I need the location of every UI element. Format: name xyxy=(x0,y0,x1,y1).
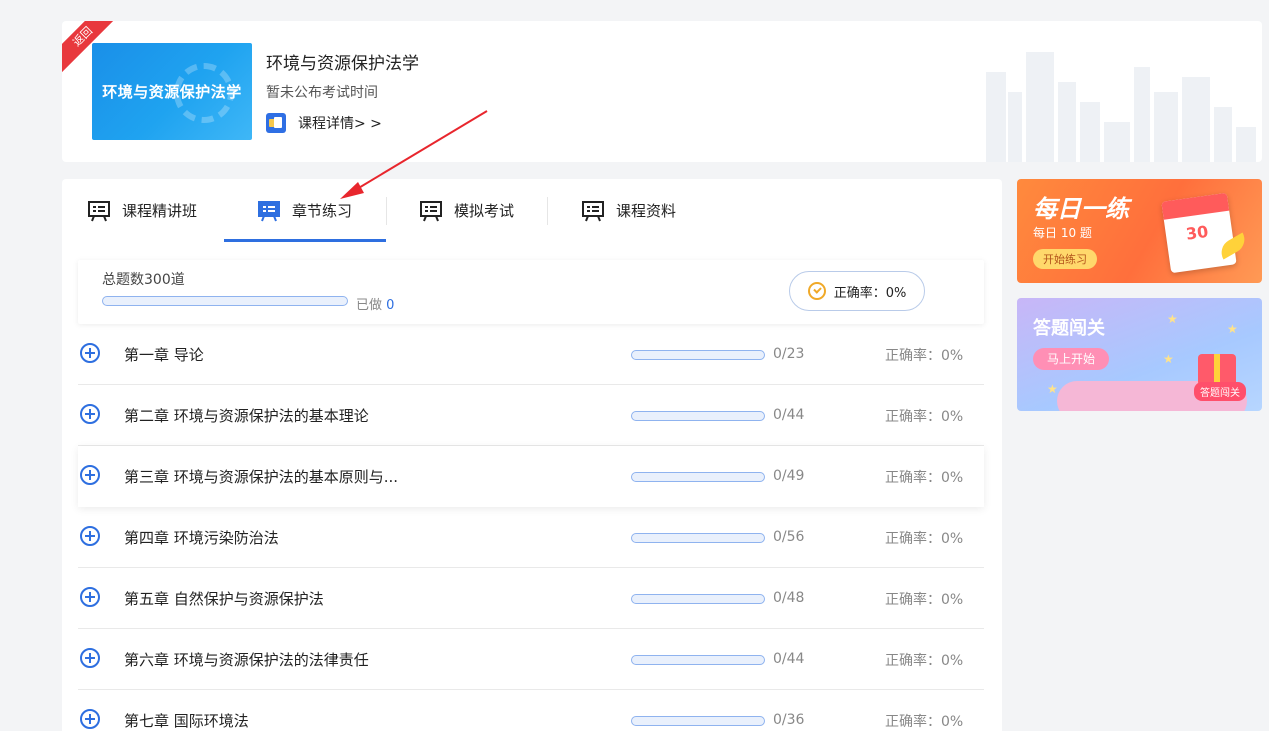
chapter-accuracy: 正确率：0% xyxy=(885,653,964,669)
tab-bar: 课程精讲班 章节练习 模拟考试 课程资料 xyxy=(62,179,1002,242)
chapter-progress-count: 0/36 xyxy=(773,712,805,728)
expand-plus-icon[interactable] xyxy=(80,587,100,607)
chapter-accuracy: 正确率：0% xyxy=(885,714,964,730)
chapter-row[interactable]: 第五章 自然保护与资源保护法 0/48 正确率：0% xyxy=(78,568,984,629)
practice-summary: 总题数300道 已做 0 正确率：0% xyxy=(78,260,984,324)
done-number: 0 xyxy=(386,298,395,313)
chapter-row[interactable]: 第六章 环境与资源保护法的法律责任 0/44 正确率：0% xyxy=(78,629,984,690)
check-circle-icon xyxy=(807,282,826,300)
chapter-progress-count: 0/48 xyxy=(773,590,805,606)
chapter-title: 第二章 环境与资源保护法的基本理论 xyxy=(124,407,369,425)
quiz-badge: 答题闯关 xyxy=(1194,382,1246,401)
chapter-accuracy: 正确率：0% xyxy=(885,592,964,608)
exam-time-status: 暂未公布考试时间 xyxy=(266,85,378,101)
course-title: 环境与资源保护法学 xyxy=(266,54,419,74)
chapter-row[interactable]: 第一章 导论 0/23 正确率：0% xyxy=(78,324,984,385)
chapter-row[interactable]: 第七章 国际环境法 0/36 正确率：0% xyxy=(78,690,984,731)
calendar-icon: 30 xyxy=(1161,192,1237,274)
chapter-accuracy: 正确率：0% xyxy=(885,531,964,547)
calendar-number: 30 xyxy=(1184,221,1210,244)
tab-mock-exam[interactable]: 模拟考试 xyxy=(420,179,514,242)
chapter-title: 第六章 环境与资源保护法的法律责任 xyxy=(124,651,369,669)
presentation-icon xyxy=(420,200,442,221)
expand-plus-icon[interactable] xyxy=(80,465,100,485)
star-icon: ★ xyxy=(1227,322,1238,336)
quiz-challenge-banner[interactable]: ★ ★ ★ ★ 答题闯关 马上开始 答题闯关 xyxy=(1017,298,1262,411)
chapter-practice-panel: 总题数300道 已做 0 正确率：0% 第一章 导论 0/23 正确率：0% 第… xyxy=(62,242,1002,731)
daily-banner-title: 每日一练 xyxy=(1033,195,1129,223)
expand-plus-icon[interactable] xyxy=(80,526,100,546)
chapter-accuracy: 正确率：0% xyxy=(885,409,964,425)
chapter-progress-count: 0/49 xyxy=(773,468,805,484)
chapter-title: 第七章 国际环境法 xyxy=(124,712,249,730)
chapter-progress-bar xyxy=(631,716,765,726)
course-cover-image: 环境与资源保护法学 xyxy=(92,43,252,140)
tab-label: 课程精讲班 xyxy=(122,202,198,220)
star-icon: ★ xyxy=(1163,352,1174,366)
chapter-title: 第三章 环境与资源保护法的基本原则与... xyxy=(124,468,399,486)
done-count: 已做 0 xyxy=(356,294,394,313)
chapter-progress-bar xyxy=(631,411,765,421)
tab-label: 章节练习 xyxy=(292,202,353,220)
chapter-list: 第一章 导论 0/23 正确率：0% 第二章 环境与资源保护法的基本理论 0/4… xyxy=(78,324,984,731)
presentation-icon xyxy=(582,200,604,221)
chapter-progress-count: 0/23 xyxy=(773,346,805,362)
chapter-progress-count: 0/56 xyxy=(773,529,805,545)
chapter-progress-bar xyxy=(631,655,765,665)
presentation-icon xyxy=(88,200,110,221)
tab-divider xyxy=(547,197,548,225)
tab-divider xyxy=(386,197,387,225)
cover-text: 环境与资源保护法学 xyxy=(102,83,242,101)
expand-plus-icon[interactable] xyxy=(80,343,100,363)
chapter-title: 第五章 自然保护与资源保护法 xyxy=(124,590,324,608)
chapter-row[interactable]: 第三章 环境与资源保护法的基本原则与... 0/49 正确率：0% xyxy=(78,446,984,507)
expand-plus-icon[interactable] xyxy=(80,648,100,668)
presentation-icon xyxy=(258,200,280,221)
tab-label: 模拟考试 xyxy=(454,202,515,220)
start-practice-button[interactable]: 开始练习 xyxy=(1033,249,1097,269)
expand-plus-icon[interactable] xyxy=(80,404,100,424)
document-icon xyxy=(266,113,286,133)
course-detail-label: 课程详情> > xyxy=(298,116,382,132)
tab-course-materials[interactable]: 课程资料 xyxy=(582,179,676,242)
start-now-button[interactable]: 马上开始 xyxy=(1033,348,1109,370)
course-header-card: 返回 环境与资源保护法学 环境与资源保护法学 暂未公布考试时间 课程详情> > xyxy=(62,21,1262,162)
total-questions: 总题数300道 xyxy=(102,272,185,288)
chapter-title: 第一章 导论 xyxy=(124,346,204,364)
overall-accuracy-text: 正确率：0% xyxy=(833,285,907,301)
tab-course-lectures[interactable]: 课程精讲班 xyxy=(88,179,197,242)
daily-practice-banner[interactable]: 每日一练 每日 10 题 开始练习 30 xyxy=(1017,179,1262,283)
tab-label: 课程资料 xyxy=(616,202,677,220)
overall-accuracy-badge: 正确率：0% xyxy=(789,271,925,311)
chapter-accuracy: 正确率：0% xyxy=(885,470,964,486)
quiz-banner-title: 答题闯关 xyxy=(1033,318,1105,339)
chapter-title: 第四章 环境污染防治法 xyxy=(124,529,279,547)
city-skyline-decoration xyxy=(986,52,1256,162)
chapter-progress-count: 0/44 xyxy=(773,651,805,667)
chapter-accuracy: 正确率：0% xyxy=(885,348,964,364)
chapter-progress-bar xyxy=(631,594,765,604)
expand-plus-icon[interactable] xyxy=(80,709,100,729)
star-icon: ★ xyxy=(1167,312,1178,326)
chapter-progress-bar xyxy=(631,472,765,482)
chapter-row[interactable]: 第四章 环境污染防治法 0/56 正确率：0% xyxy=(78,507,984,568)
course-detail-link[interactable]: 课程详情> > xyxy=(266,113,382,133)
done-label: 已做 xyxy=(356,298,383,313)
chapter-progress-bar xyxy=(631,533,765,543)
total-progress-bar xyxy=(102,296,348,306)
chapter-progress-bar xyxy=(631,350,765,360)
tab-chapter-practice[interactable]: 章节练习 xyxy=(258,179,352,242)
chapter-progress-count: 0/44 xyxy=(773,407,805,423)
daily-banner-subtitle: 每日 10 题 xyxy=(1033,226,1092,240)
chapter-row[interactable]: 第二章 环境与资源保护法的基本理论 0/44 正确率：0% xyxy=(78,385,984,446)
star-icon: ★ xyxy=(1047,382,1058,396)
top-breadcrumb-clipped xyxy=(62,0,562,6)
